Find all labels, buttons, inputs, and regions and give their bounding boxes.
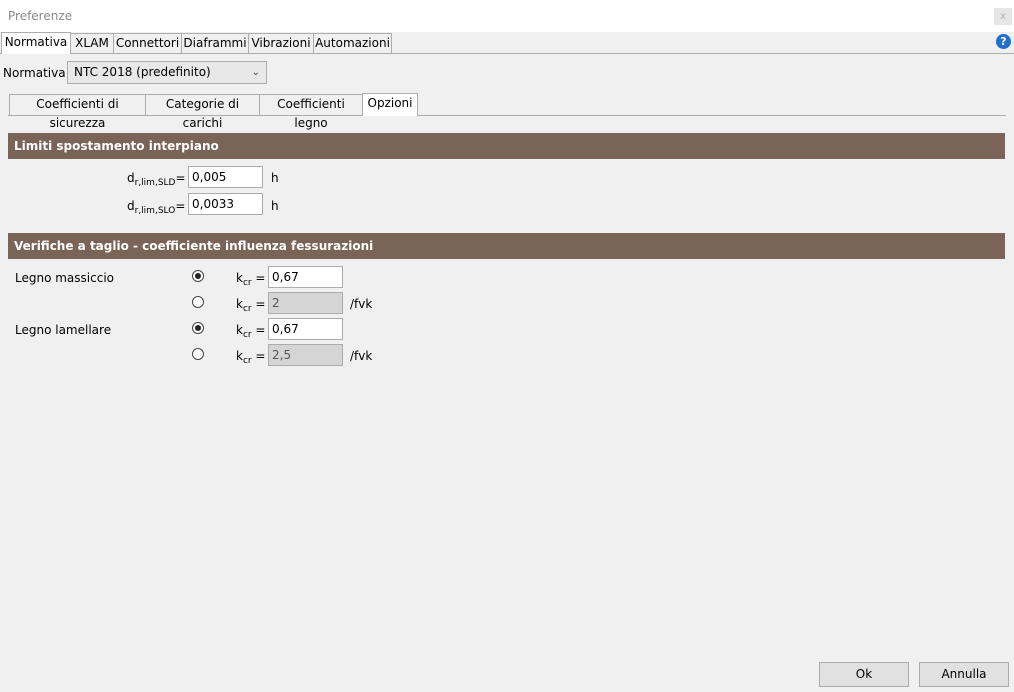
cancel-button[interactable]: Annulla (919, 662, 1009, 687)
kcr-label: kcr = (236, 297, 266, 314)
normativa-selected-value: NTC 2018 (predefinito) (74, 65, 211, 79)
massiccio-kcr-fvk-input: 2 (268, 292, 343, 314)
dr-slo-unit: h (271, 199, 279, 213)
lamellare-radio-fvk[interactable] (192, 348, 204, 360)
legno-massiccio-label: Legno massiccio (15, 271, 114, 285)
massiccio-kcr-input[interactable]: 0,67 (268, 266, 343, 288)
close-icon: x (1000, 11, 1006, 22)
section-header-limiti: Limiti spostamento interpiano (8, 133, 1005, 159)
subtab-coefficienti-sicurezza[interactable]: Coefficienti di sicurezza (9, 94, 146, 130)
lamellare-radio-fixed[interactable] (192, 322, 204, 334)
kcr-label: kcr = (236, 349, 266, 366)
lamellare-fvk-unit: /fvk (350, 349, 373, 363)
subtab-opzioni[interactable]: Opzioni (362, 93, 418, 116)
normativa-dropdown[interactable]: NTC 2018 (predefinito) ⌄ (67, 61, 267, 84)
title-bar: Preferenze x (0, 0, 1014, 32)
section-header-verifiche: Verifiche a taglio - coefficiente influe… (8, 233, 1005, 259)
kcr-label: kcr = (236, 271, 266, 288)
kcr-label: kcr = (236, 323, 266, 340)
massiccio-radio-fixed[interactable] (192, 270, 204, 282)
tab-bar-divider (0, 53, 1014, 54)
subtab-categorie-carichi[interactable]: Categorie di carichi (145, 94, 260, 130)
lamellare-kcr-input[interactable]: 0,67 (268, 318, 343, 340)
help-icon[interactable]: ? (996, 34, 1011, 49)
massiccio-radio-fvk[interactable] (192, 296, 204, 308)
lamellare-kcr-fvk-input: 2,5 (268, 344, 343, 366)
dr-sld-unit: h (271, 171, 279, 185)
tab-automazioni[interactable]: Automazioni (313, 33, 392, 53)
tab-vibrazioni[interactable]: Vibrazioni (248, 33, 314, 53)
main-tab-bar: Normativa XLAM Connettori Diaframmi Vibr… (0, 32, 1014, 54)
dr-sld-label: dr,lim,SLD= (127, 171, 186, 188)
subtab-coefficienti-legno[interactable]: Coefficienti legno (259, 94, 363, 130)
dr-sld-input[interactable]: 0,005 (188, 166, 263, 188)
sub-tab-divider (8, 115, 1006, 116)
dr-slo-input[interactable]: 0,0033 (188, 193, 263, 215)
dr-slo-label: dr,lim,SLO= (127, 199, 186, 216)
normativa-label: Normativa (3, 66, 66, 80)
tab-xlam[interactable]: XLAM (70, 33, 114, 53)
tab-normativa[interactable]: Normativa (1, 32, 71, 54)
sub-tab-bar: Coefficienti di sicurezza Categorie di c… (0, 93, 1014, 130)
massiccio-fvk-unit: /fvk (350, 297, 373, 311)
window-title: Preferenze (8, 9, 73, 23)
close-button[interactable]: x (994, 8, 1012, 25)
tab-diaframmi[interactable]: Diaframmi (181, 33, 249, 53)
legno-lamellare-label: Legno lamellare (15, 323, 112, 337)
ok-button[interactable]: Ok (819, 662, 909, 687)
chevron-down-icon: ⌄ (251, 67, 260, 78)
tab-connettori[interactable]: Connettori (113, 33, 182, 53)
